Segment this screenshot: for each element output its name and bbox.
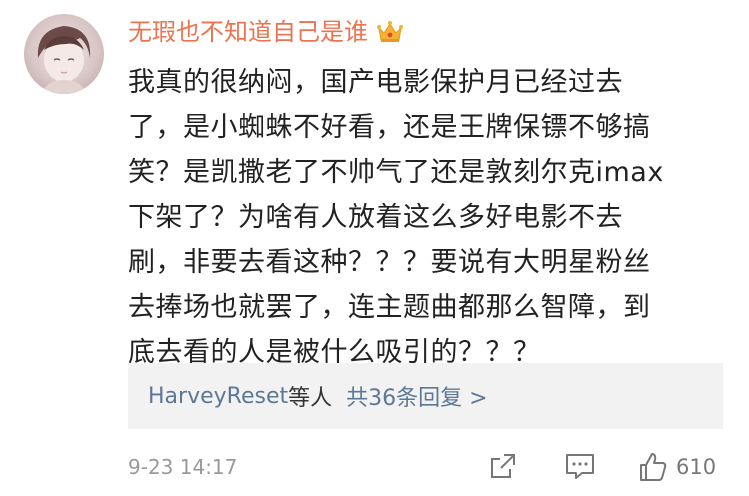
replies-preview[interactable]: HarveyReset 等人 共36条回复 >: [128, 363, 723, 429]
username[interactable]: 无瑕也不知道自己是谁: [128, 14, 368, 50]
comment-icon: [566, 454, 594, 479]
like-button[interactable]: 610: [638, 451, 716, 483]
comment-line: 笑？是凯撒老了不帅气了还是敦刻尔克imax: [128, 157, 664, 188]
like-count: 610: [676, 455, 717, 479]
avatar-image: [37, 26, 91, 94]
comment-line: 我真的很纳闷，国产电影保护月已经过去: [128, 67, 623, 98]
comment-line: 下架了？为啥有人放着这么多好电影不去: [128, 202, 623, 233]
thumbs-up-icon: [640, 453, 667, 481]
share-icon: [491, 454, 515, 478]
comment-line: 刷，非要去看这种？？？要说有大明星粉丝: [128, 247, 651, 278]
reply-users-link[interactable]: HarveyReset: [148, 384, 288, 409]
comment-item: 无瑕也不知道自己是谁 我真的很纳闷，国产电影保护月已经过去 了，是小蜘蛛不好看，…: [0, 0, 749, 496]
reply-button[interactable]: [564, 451, 596, 481]
timestamp: 9-23 14:17: [128, 455, 238, 479]
view-replies-link[interactable]: 共36条回复 >: [346, 380, 487, 412]
comment-text: 我真的很纳闷，国产电影保护月已经过去 了，是小蜘蛛不好看，还是王牌保镖不够搞 笑…: [128, 60, 718, 375]
comment-line: 去捧场也就罢了，连主题曲都那么智障，到: [128, 292, 651, 323]
username-row: 无瑕也不知道自己是谁: [128, 14, 404, 50]
comment-line: 了，是小蜘蛛不好看，还是王牌保镖不够搞: [128, 112, 651, 143]
avatar[interactable]: [24, 14, 104, 94]
share-button[interactable]: [488, 451, 518, 481]
crown-icon: [376, 20, 404, 44]
reply-users-suffix: 等人: [288, 386, 333, 411]
comment-footer: 9-23 14:17 610: [128, 447, 728, 487]
